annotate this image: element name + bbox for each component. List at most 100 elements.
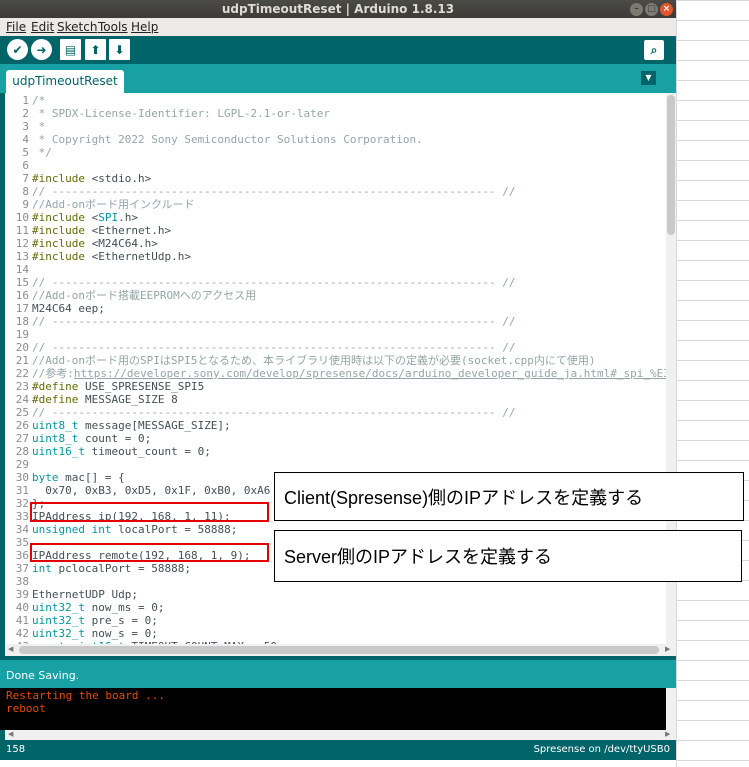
tab-udptimeoutreset[interactable]: udpTimeoutReset xyxy=(6,70,124,93)
code-token: int xyxy=(91,523,112,536)
code-line[interactable]: * xyxy=(32,120,46,133)
scrollbar-thumb[interactable] xyxy=(667,95,675,235)
line-number: 36 xyxy=(15,549,29,562)
code-line[interactable]: */ xyxy=(32,146,52,159)
tab-menu-dropdown-icon[interactable]: ▼ xyxy=(641,71,656,85)
code-line[interactable]: #define USE_SPRESENSE_SPI5 xyxy=(32,380,204,393)
code-line[interactable]: //Add-onボード用のSPIはSPI5となるため、本ライブラリ使用時は以下の… xyxy=(32,354,595,367)
save-icon[interactable]: ⬇ xyxy=(109,39,130,60)
code-line[interactable]: uint8_t message[MESSAGE_SIZE]; xyxy=(32,419,231,432)
console-vertical-scrollbar[interactable] xyxy=(666,688,676,730)
line-number: 25 xyxy=(15,406,29,419)
code-line[interactable]: int pclocalPort = 58888; xyxy=(32,562,191,575)
close-icon[interactable]: × xyxy=(660,3,673,16)
editor-horizontal-scrollbar[interactable]: ◀ ▶ xyxy=(5,644,676,656)
code-token: #include xyxy=(32,224,85,237)
code-line[interactable]: #include <Ethernet.h> xyxy=(32,224,171,237)
console-horizontal-scrollbar[interactable]: ◀ ▶ xyxy=(5,730,676,740)
server-ip-callout: Server側のIPアドレスを定義する xyxy=(274,530,742,582)
code-token[interactable]: https://developer.sony.com/develop/spres… xyxy=(74,367,666,380)
code-token: byte xyxy=(32,471,59,484)
code-token: <stdio.h> xyxy=(84,172,152,185)
open-icon[interactable]: ⬆ xyxy=(85,39,106,60)
code-token: pre_s = 0; xyxy=(84,614,158,627)
code-line[interactable]: // -------------------------------------… xyxy=(32,276,515,289)
menu-bar: File Edit Sketch Tools Help xyxy=(0,18,676,36)
title-bar: udpTimeoutReset | Arduino 1.8.13 – □ × xyxy=(0,0,676,18)
code-line[interactable]: #include <M24C64.h> xyxy=(32,237,158,250)
code-line[interactable]: byte mac[] = { xyxy=(32,471,125,484)
line-number: 16 xyxy=(15,289,29,302)
code-token: 0x70, 0xB3, 0xD5, 0x1F, 0xB0, 0xA6 xyxy=(32,484,271,497)
code-token: uint16_t xyxy=(32,445,85,458)
code-line[interactable]: unsigned int localPort = 58888; xyxy=(32,523,237,536)
code-line[interactable]: // -------------------------------------… xyxy=(32,185,515,198)
menu-tools[interactable]: Tools xyxy=(98,20,128,34)
code-line[interactable]: 0x70, 0xB3, 0xD5, 0x1F, 0xB0, 0xA6 xyxy=(32,484,270,497)
code-line[interactable]: uint16_t timeout_count = 0; xyxy=(32,445,211,458)
serial-monitor-icon[interactable]: ⌕ xyxy=(644,40,664,60)
code-line[interactable]: //参考:https://developer.sony.com/develop/… xyxy=(32,367,666,380)
scroll-right-icon[interactable]: ▶ xyxy=(665,645,670,653)
line-number: 31 xyxy=(15,484,29,497)
new-icon[interactable]: ▤ xyxy=(60,39,81,60)
line-number: 39 xyxy=(15,588,29,601)
line-number: 17 xyxy=(15,302,29,315)
menu-sketch[interactable]: Sketch xyxy=(57,20,97,34)
menu-edit[interactable]: Edit xyxy=(31,20,54,34)
line-number: 4 xyxy=(22,133,29,146)
upload-icon[interactable]: ➜ xyxy=(31,39,52,60)
code-token: //Add-onボード用のSPIはSPI5となるため、本ライブラリ使用時は以下の… xyxy=(32,354,596,367)
code-line[interactable]: uint32_t now_s = 0; xyxy=(32,627,158,640)
code-line[interactable]: // -------------------------------------… xyxy=(32,315,515,328)
line-number: 12 xyxy=(15,237,29,250)
code-token: <M24C64.h> xyxy=(84,237,158,250)
line-number: 10 xyxy=(15,211,29,224)
code-token: * SPDX-License-Identifier: LGPL-2.1-or-l… xyxy=(32,107,331,120)
code-line[interactable]: /* xyxy=(32,94,45,107)
code-line[interactable]: #define MESSAGE_SIZE 8 xyxy=(32,393,178,406)
code-line[interactable]: // -------------------------------------… xyxy=(32,406,515,419)
code-line[interactable]: uint32_t now_ms = 0; xyxy=(32,601,164,614)
server-ip-highlight-box xyxy=(30,543,269,562)
scroll-left-icon[interactable]: ◀ xyxy=(8,645,13,653)
code-token: <Ethernet.h> xyxy=(84,224,172,237)
code-token: timeout_count = 0; xyxy=(84,445,211,458)
code-token: // -------------------------------------… xyxy=(32,341,516,354)
code-line[interactable]: #include <SPI.h> xyxy=(32,211,138,224)
code-line[interactable]: #include <stdio.h> xyxy=(32,172,151,185)
line-number: 7 xyxy=(22,172,29,185)
code-line[interactable]: //Add-onボード搭載EEPROMへのアクセス用 xyxy=(32,289,256,302)
line-number: 5 xyxy=(22,146,29,159)
verify-icon[interactable]: ✔ xyxy=(7,39,28,60)
code-token: mac[] = { xyxy=(58,471,125,484)
scrollbar-thumb[interactable] xyxy=(19,646,659,654)
code-token: #include xyxy=(32,237,85,250)
code-line[interactable]: //Add-onボード用インクルード xyxy=(32,198,195,211)
scroll-left-icon[interactable]: ◀ xyxy=(8,730,13,738)
maximize-icon[interactable]: □ xyxy=(645,3,658,16)
code-token: now_s = 0; xyxy=(84,627,158,640)
code-line[interactable]: #include <EthernetUdp.h> xyxy=(32,250,191,263)
line-number: 6 xyxy=(22,159,29,172)
code-line[interactable]: M24C64 eep; xyxy=(32,302,105,315)
code-token: <EthernetUdp.h> xyxy=(84,250,191,263)
line-number: 26 xyxy=(15,419,29,432)
board-port-info: Spresense on /dev/ttyUSB0 xyxy=(533,744,670,755)
line-number: 42 xyxy=(15,627,29,640)
scroll-right-icon[interactable]: ▶ xyxy=(665,730,670,738)
code-line[interactable]: * Copyright 2022 Sony Semiconductor Solu… xyxy=(32,133,423,146)
menu-help[interactable]: Help xyxy=(131,20,158,34)
code-line[interactable]: EthernetUDP Udp; xyxy=(32,588,138,601)
code-line[interactable]: * SPDX-License-Identifier: LGPL-2.1-or-l… xyxy=(32,107,330,120)
code-line[interactable]: // -------------------------------------… xyxy=(32,341,515,354)
menu-file[interactable]: File xyxy=(6,20,26,34)
minimize-icon[interactable]: – xyxy=(630,3,643,16)
code-line[interactable]: uint32_t pre_s = 0; xyxy=(32,614,158,627)
code-line[interactable]: uint8_t count = 0; xyxy=(32,432,151,445)
line-number: 29 xyxy=(15,458,29,471)
code-token: count = 0; xyxy=(78,432,152,445)
client-ip-callout: Client(Spresense)側のIPアドレスを定義する xyxy=(274,472,744,521)
line-number: 18 xyxy=(15,315,29,328)
line-number: 15 xyxy=(15,276,29,289)
